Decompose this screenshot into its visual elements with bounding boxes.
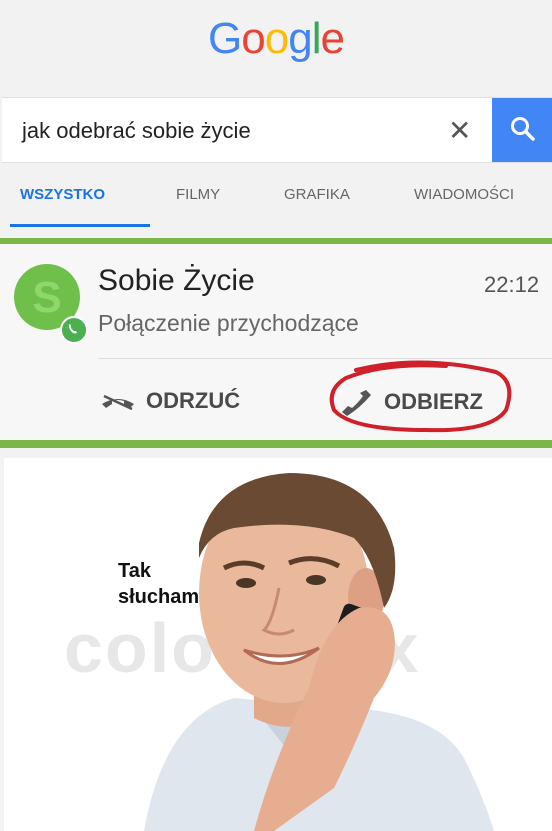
speech-text: Tak słucham: [118, 558, 199, 610]
search-input[interactable]: jak odebrać sobie życie: [22, 118, 251, 144]
caller-name: Sobie Życie: [98, 264, 255, 297]
tab-all[interactable]: WSZYSTKO: [20, 186, 105, 203]
search-button[interactable]: [492, 98, 552, 162]
card-divider: [98, 358, 552, 359]
search-tabs: WSZYSTKO FILMY GRAFIKA WIADOMOŚCI: [0, 172, 552, 228]
call-status: Połączenie przychodzące: [98, 310, 359, 336]
close-icon[interactable]: ✕: [448, 114, 471, 147]
search-icon: [511, 117, 535, 141]
search-bar[interactable]: jak odebrać sobie życie ✕: [2, 97, 552, 163]
decline-label: ODRZUĆ: [146, 388, 241, 413]
hang-up-icon: [102, 395, 134, 411]
tab-videos[interactable]: FILMY: [176, 186, 220, 203]
google-logo: Google: [208, 14, 345, 63]
decline-button[interactable]: ODRZUĆ: [100, 388, 240, 414]
tab-images[interactable]: GRAFIKA: [284, 186, 350, 203]
speech-line-1: Tak: [118, 560, 151, 582]
call-time: 22:12: [484, 272, 540, 297]
divider-line: [0, 440, 552, 448]
tab-news[interactable]: WIADOMOŚCI: [414, 186, 514, 203]
red-circle-mark: [329, 360, 512, 433]
incoming-call-notification: S Sobie Życie 22:12 Połączenie przychodz…: [0, 244, 552, 440]
phone-badge-icon: [60, 316, 88, 344]
man-on-phone-photo: [144, 473, 494, 831]
speech-line-2: słucham: [118, 586, 200, 608]
google-search-screen: Google jak odebrać sobie życie ✕ WSZYSTK…: [0, 0, 552, 238]
active-tab-indicator: [10, 224, 150, 227]
meme-photo-panel: colourbox Tak słucham: [4, 458, 552, 831]
